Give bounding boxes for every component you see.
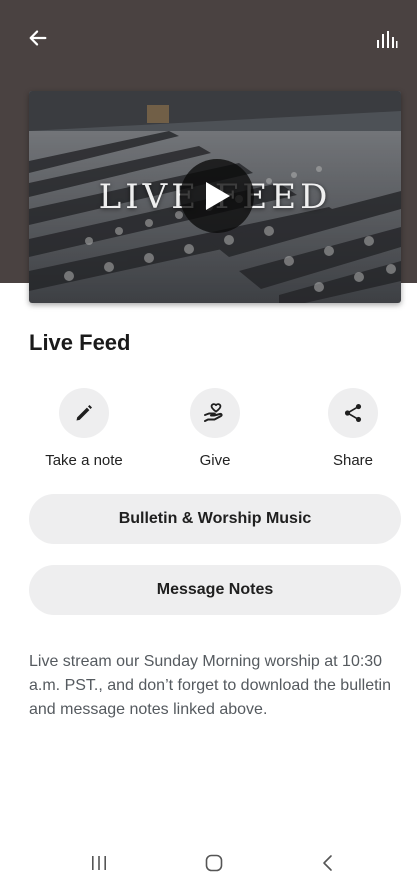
- play-button[interactable]: [180, 159, 254, 233]
- recents-icon: [92, 856, 106, 870]
- share-icon: [344, 404, 362, 422]
- arrow-left-icon: [29, 30, 47, 46]
- audio-button[interactable]: [371, 24, 403, 56]
- take-note-button[interactable]: Take a note: [34, 388, 134, 469]
- home-icon: [205, 854, 223, 872]
- take-note-label: Take a note: [45, 452, 123, 469]
- take-note-icon-circle[interactable]: [59, 388, 109, 438]
- share-button[interactable]: Share: [303, 388, 403, 469]
- recents-button[interactable]: [74, 845, 124, 881]
- share-icon-circle[interactable]: [328, 388, 378, 438]
- share-label: Share: [332, 452, 374, 469]
- page-title: Live Feed: [29, 330, 131, 355]
- back-button[interactable]: [22, 22, 54, 54]
- give-label: Give: [199, 452, 231, 469]
- description-text: Live stream our Sunday Morning worship a…: [29, 653, 392, 718]
- play-icon: [206, 182, 230, 210]
- pencil-icon: [76, 405, 92, 421]
- bulletin-worship-music-button[interactable]: Bulletin & Worship Music: [29, 494, 401, 544]
- message-notes-button[interactable]: Message Notes: [29, 565, 401, 615]
- chevron-left-icon: [323, 855, 332, 871]
- give-icon-circle[interactable]: [190, 388, 240, 438]
- system-navigation-bar: [0, 845, 417, 881]
- system-back-button[interactable]: [303, 845, 353, 881]
- audio-bars-icon: [377, 31, 398, 48]
- give-button[interactable]: Give: [165, 388, 265, 469]
- video-player[interactable]: LIVE FEED: [29, 91, 401, 303]
- heart-hand-icon: [204, 403, 223, 422]
- home-button[interactable]: [189, 845, 239, 881]
